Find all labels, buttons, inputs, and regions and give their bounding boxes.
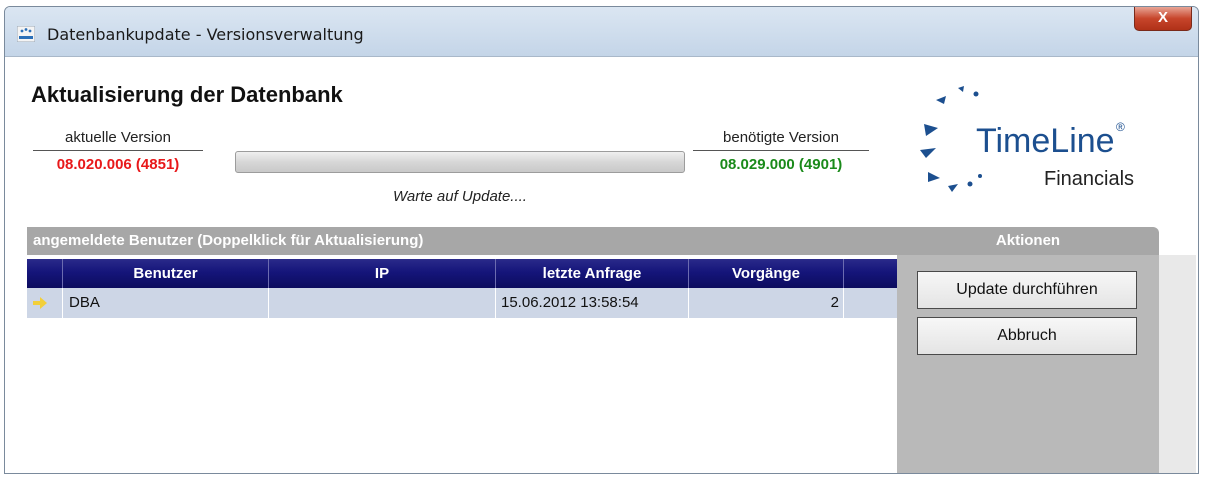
column-header-user[interactable]: Benutzer — [63, 259, 269, 288]
logo-registered-mark: ® — [1116, 120, 1125, 134]
cell-user: DBA — [63, 288, 269, 318]
cancel-button[interactable]: Abbruch — [917, 317, 1137, 355]
users-panel-header: angemeldete Benutzer (Doppelklick für Ak… — [27, 227, 905, 255]
column-header-ip[interactable]: IP — [269, 259, 496, 288]
cell-operations: 2 — [689, 288, 844, 318]
arrow-right-icon — [33, 297, 47, 309]
actions-panel-header: Aktionen — [897, 227, 1159, 255]
app-icon — [17, 26, 35, 42]
close-button[interactable]: X — [1134, 7, 1192, 31]
update-progress-bar — [235, 151, 685, 173]
cell-last-request: 15.06.2012 13:58:54 — [496, 288, 689, 318]
row-indicator — [27, 288, 63, 318]
logo-wordmark: TimeLine — [976, 122, 1115, 160]
actions-panel: Update durchführen Abbruch — [897, 255, 1159, 473]
window-content: Aktualisierung der Datenbank aktuelle Ve… — [9, 58, 1196, 473]
page-title: Aktualisierung der Datenbank — [31, 82, 343, 107]
cell-ip — [269, 288, 496, 318]
row-indicator-header — [27, 259, 63, 288]
current-version-divider — [33, 150, 203, 151]
column-header-last-request[interactable]: letzte Anfrage — [496, 259, 689, 288]
users-grid[interactable]: Benutzer IP letzte Anfrage Vorgänge DBA … — [27, 255, 897, 473]
table-row[interactable]: DBA 15.06.2012 13:58:54 2 — [27, 288, 897, 318]
current-version-label: aktuelle Version — [65, 129, 171, 146]
title-bar[interactable]: Datenbankupdate - Versionsverwaltung X — [5, 7, 1198, 57]
logo-subtitle: Financials — [1044, 168, 1135, 190]
timeline-logo: TimeLine ® Financials — [914, 80, 1154, 200]
update-window: Datenbankupdate - Versionsverwaltung X A… — [4, 6, 1199, 474]
required-version-label: benötigte Version — [723, 129, 839, 146]
users-grid-header: Benutzer IP letzte Anfrage Vorgänge — [27, 259, 897, 288]
window-title: Datenbankupdate - Versionsverwaltung — [47, 25, 364, 44]
progress-status-text: Warte auf Update.... — [393, 188, 527, 205]
logo-swirl-icon — [920, 86, 982, 192]
column-header-operations[interactable]: Vorgänge — [689, 259, 844, 288]
update-button[interactable]: Update durchführen — [917, 271, 1137, 309]
required-version-divider — [693, 150, 869, 151]
right-strip — [1159, 255, 1196, 473]
required-version-value: 08.029.000 (4901) — [719, 156, 843, 173]
current-version-value: 08.020.006 (4851) — [56, 156, 180, 173]
